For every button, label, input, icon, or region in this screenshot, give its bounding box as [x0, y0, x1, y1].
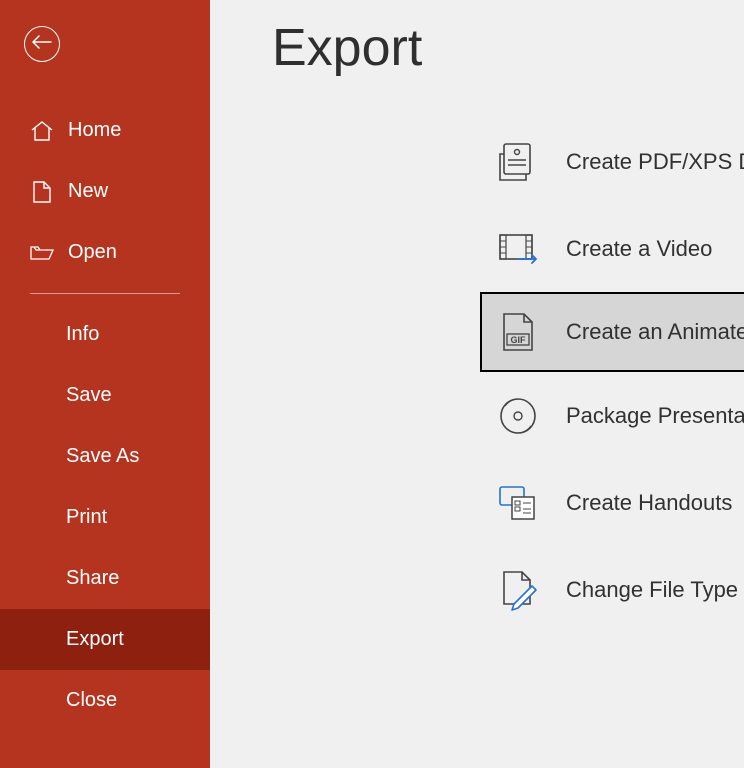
option-create-animated-gif[interactable]: GIF Create an Animated GIF — [480, 292, 744, 372]
sidebar-item-label: Share — [66, 567, 119, 590]
sidebar-item-home[interactable]: Home — [0, 100, 210, 161]
sidebar-item-label: Close — [66, 689, 117, 712]
option-create-handouts[interactable]: Create Handouts — [480, 459, 744, 546]
sidebar-item-share[interactable]: Share — [0, 548, 210, 609]
sidebar-item-open[interactable]: Open — [0, 222, 210, 283]
option-package-for-cd[interactable]: Package Presentation for CD — [480, 372, 744, 459]
sidebar-item-label: New — [68, 180, 108, 203]
sidebar-item-label: Info — [66, 323, 99, 346]
handouts-icon — [496, 481, 540, 525]
change-file-type-icon — [496, 568, 540, 612]
option-label: Package Presentation for CD — [566, 403, 744, 429]
sidebar-item-print[interactable]: Print — [0, 487, 210, 548]
back-button[interactable] — [24, 26, 60, 62]
sidebar-separator — [30, 293, 180, 294]
pdf-xps-icon — [496, 140, 540, 184]
sidebar-item-new[interactable]: New — [0, 161, 210, 222]
option-label: Create a Video — [566, 236, 712, 262]
sidebar-item-label: Home — [68, 119, 121, 142]
new-file-icon — [30, 180, 54, 204]
sidebar-item-label: Print — [66, 506, 107, 529]
sidebar-item-info[interactable]: Info — [0, 304, 210, 365]
gif-icon: GIF — [496, 310, 540, 354]
home-icon — [30, 119, 54, 143]
option-label: Change File Type — [566, 577, 738, 603]
option-create-video[interactable]: Create a Video — [480, 205, 744, 292]
svg-text:GIF: GIF — [511, 335, 527, 345]
sidebar-item-save[interactable]: Save — [0, 365, 210, 426]
cd-icon — [496, 394, 540, 438]
sidebar-item-export[interactable]: Export — [0, 609, 210, 670]
sidebar-item-label: Open — [68, 241, 117, 264]
option-create-pdf-xps[interactable]: Create PDF/XPS Document — [480, 118, 744, 205]
option-label: Create Handouts — [566, 490, 732, 516]
page-title: Export — [272, 18, 744, 78]
sidebar-item-save-as[interactable]: Save As — [0, 426, 210, 487]
option-change-file-type[interactable]: Change File Type — [480, 546, 744, 633]
sidebar-item-label: Export — [66, 628, 124, 651]
main-panel: Export Create PDF/XPS Document — [210, 0, 744, 768]
back-arrow-icon — [32, 35, 52, 54]
sidebar-item-label: Save As — [66, 445, 139, 468]
option-label: Create PDF/XPS Document — [566, 149, 744, 175]
backstage-sidebar: Home New Open Info Save Save As Print Sh… — [0, 0, 210, 768]
sidebar-item-label: Save — [66, 384, 112, 407]
video-icon — [496, 227, 540, 271]
option-label: Create an Animated GIF — [566, 319, 744, 345]
folder-open-icon — [30, 241, 54, 265]
sidebar-item-close[interactable]: Close — [0, 670, 210, 731]
